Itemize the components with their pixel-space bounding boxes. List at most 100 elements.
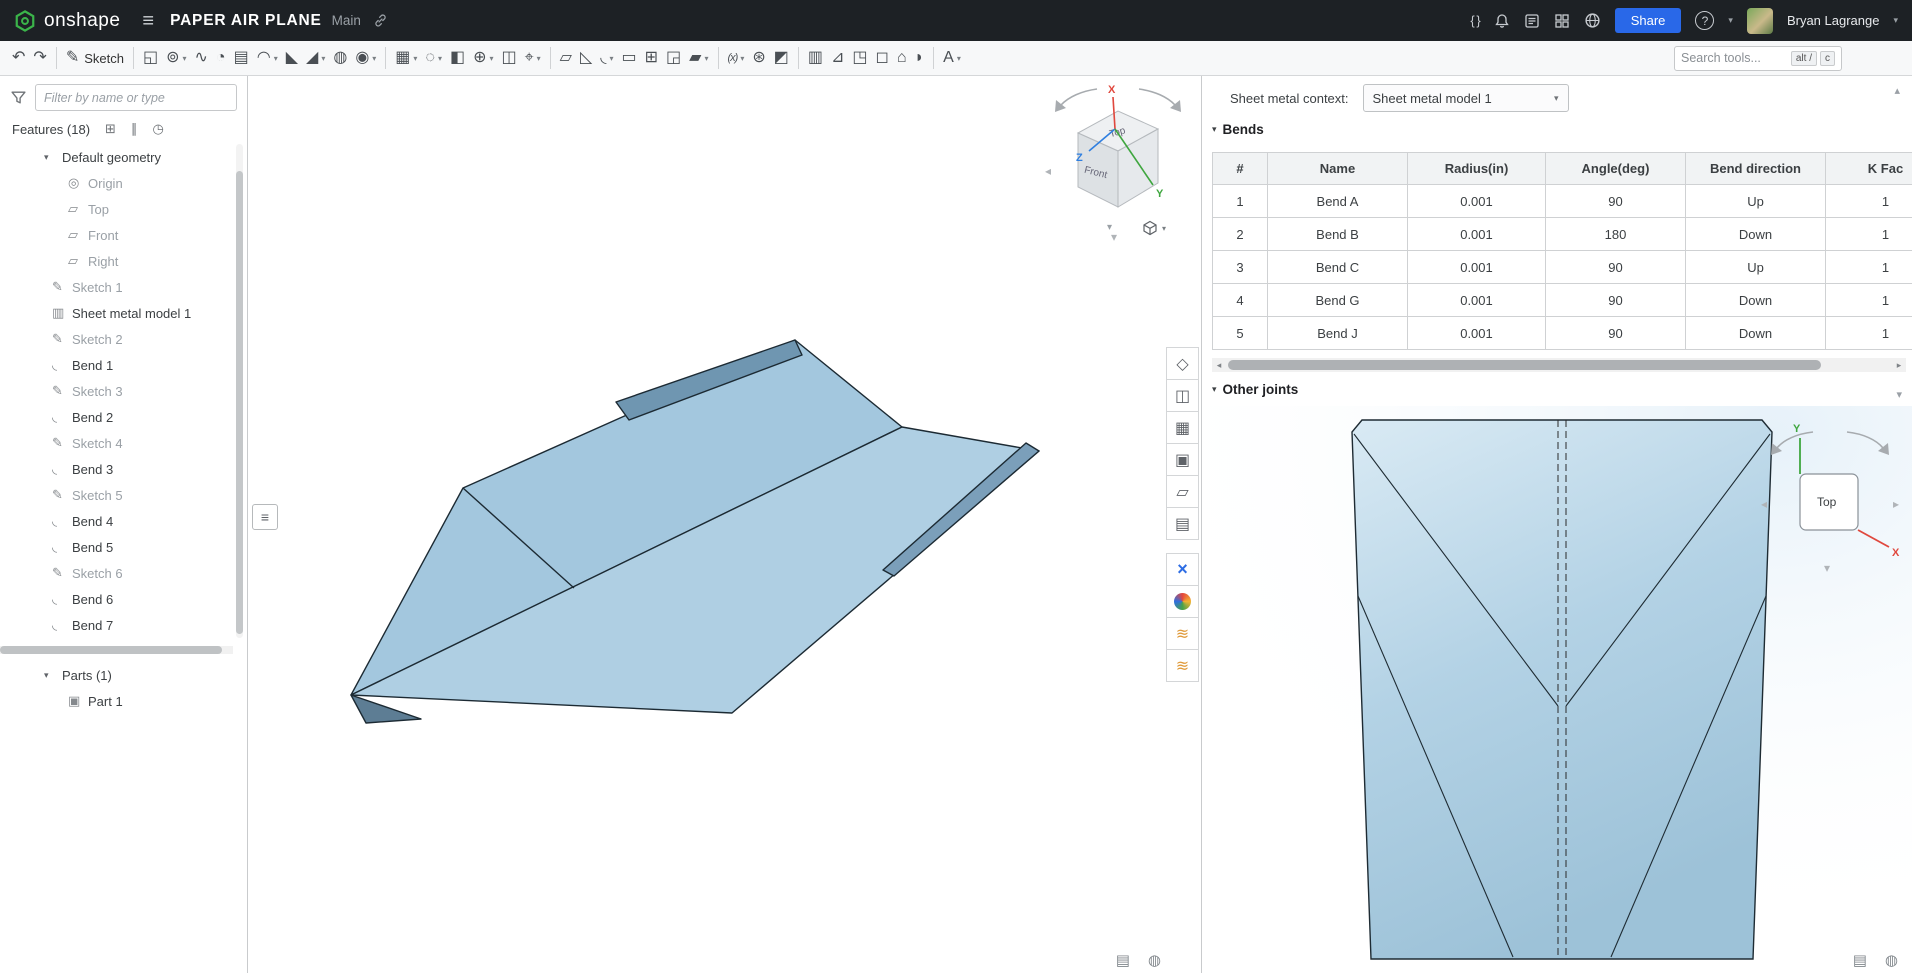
- bend-cell[interactable]: 0.001: [1407, 316, 1546, 350]
- notifications-bell-icon[interactable]: [1494, 13, 1510, 29]
- draft-tool[interactable]: ◢ ▾: [302, 44, 329, 72]
- bends-column-header-radius-in-[interactable]: Radius(in): [1407, 152, 1546, 185]
- fillet-tool[interactable]: ◠ ▾: [253, 44, 282, 72]
- linear-pattern-tool[interactable]: ▦ ▾: [391, 44, 421, 72]
- comment-tool[interactable]: ◗: [910, 44, 928, 72]
- model-viewport[interactable]: ≡ Top Front X Z Y ◂ ▾ ▾: [249, 76, 1201, 973]
- fastener-tool[interactable]: ⊛: [748, 44, 769, 72]
- feature-tree-item-right[interactable]: ▱ Right: [0, 248, 233, 274]
- user-avatar[interactable]: [1746, 7, 1773, 34]
- triad-left-caret-icon[interactable]: ◂: [1761, 497, 1767, 511]
- search-tools-input[interactable]: [1681, 51, 1788, 65]
- feature-tree-item-origin[interactable]: ◎ Origin: [0, 170, 233, 196]
- feature-tree-item-part-1[interactable]: ▣ Part 1: [0, 688, 247, 714]
- bend-cell[interactable]: 90: [1545, 184, 1686, 218]
- feature-tree-scrollbar[interactable]: [236, 144, 243, 638]
- feature-tree-item-sketch-6[interactable]: ✎ Sketch 6: [0, 560, 233, 586]
- bend-cell[interactable]: 1: [1825, 316, 1912, 350]
- updates-list-icon[interactable]: [1524, 13, 1540, 29]
- other-joints-section-header[interactable]: ▾ Other joints: [1212, 382, 1298, 397]
- exploded-view-tool[interactable]: ⊿: [827, 44, 848, 72]
- bom-table-tool[interactable]: ▥: [804, 44, 827, 72]
- thicken-tool[interactable]: ▤: [230, 44, 253, 72]
- bends-column-header--[interactable]: #: [1212, 152, 1268, 185]
- shell-tool[interactable]: ◍: [329, 44, 351, 72]
- transform-tool[interactable]: ⌖ ▾: [521, 44, 545, 72]
- feature-tree-item-sheet-metal-model-1[interactable]: ▥ Sheet metal model 1: [0, 300, 233, 326]
- render-options-icon[interactable]: ◍: [1148, 951, 1161, 969]
- bends-column-header-bend-direction[interactable]: Bend direction: [1685, 152, 1826, 185]
- main-menu-button[interactable]: ≡: [142, 11, 154, 31]
- bend-cell[interactable]: 0.001: [1407, 250, 1546, 284]
- document-link-icon[interactable]: [373, 13, 388, 28]
- feature-tree-item-sketch-1[interactable]: ✎ Sketch 1: [0, 274, 233, 300]
- shaded-view-button[interactable]: ▣: [1166, 443, 1199, 476]
- boolean-tool[interactable]: ⊕ ▾: [469, 44, 497, 72]
- bend-cell[interactable]: 90: [1545, 250, 1686, 284]
- view-cube-menu-caret-icon[interactable]: ▾: [1107, 222, 1112, 233]
- feature-tree-item-bend-4[interactable]: ◟ Bend 4: [0, 508, 233, 534]
- flange-tool[interactable]: ◺: [576, 44, 596, 72]
- extrude-tool[interactable]: ◱: [139, 44, 162, 72]
- user-menu-caret-icon[interactable]: ▾: [1893, 15, 1898, 26]
- filter-icon[interactable]: [10, 89, 27, 106]
- scroll-down-chevron-icon[interactable]: ▾: [1896, 388, 1902, 401]
- bend-cell[interactable]: 1: [1825, 184, 1912, 218]
- bend-cell[interactable]: 1: [1825, 217, 1912, 251]
- feature-tree-item-sketch-3[interactable]: ✎ Sketch 3: [0, 378, 233, 404]
- undo-button[interactable]: ↶: [8, 44, 29, 72]
- bend-cell[interactable]: 180: [1545, 217, 1686, 251]
- flat-pattern-viewport[interactable]: Y Top X ◂ ▸ ▾ ▤ ◍: [1202, 406, 1912, 973]
- tab-tool[interactable]: ▭: [618, 44, 641, 72]
- bend-cell[interactable]: Bend B: [1267, 217, 1408, 251]
- bend-cell[interactable]: 4: [1212, 283, 1268, 317]
- export-flat-pattern-icon[interactable]: ▤: [1853, 951, 1867, 969]
- redo-button[interactable]: ↷: [29, 44, 50, 72]
- bend-row-bend-c[interactable]: 3 Bend C 0.001 90 Up 1: [1212, 250, 1912, 284]
- scroll-left-arrow-icon[interactable]: ◂: [1212, 360, 1226, 371]
- scrollbar-track[interactable]: [1226, 358, 1892, 372]
- mirror-tool[interactable]: ◧: [446, 44, 469, 72]
- bend-cell[interactable]: 0.001: [1407, 283, 1546, 317]
- h-scrollbar-thumb[interactable]: [0, 646, 222, 654]
- flat-pattern-outline[interactable]: [1351, 419, 1773, 960]
- sheet-metal-model-tool[interactable]: ▱: [556, 44, 576, 72]
- feature-tree-item-bend-7[interactable]: ◟ Bend 7: [0, 612, 233, 638]
- bends-table-scrollbar[interactable]: ◂ ▸: [1212, 358, 1906, 372]
- bend-cell[interactable]: 1: [1825, 283, 1912, 317]
- bend-table-button[interactable]: ▤: [1166, 507, 1199, 540]
- close-context-button[interactable]: ×: [1166, 553, 1199, 586]
- bend-cell[interactable]: Bend J: [1267, 316, 1408, 350]
- section-view-button[interactable]: ◫: [1166, 379, 1199, 412]
- bend-cell[interactable]: 2: [1212, 217, 1268, 251]
- isometric-view-button[interactable]: ◇: [1166, 347, 1199, 380]
- feature-filter-input[interactable]: [35, 84, 237, 111]
- bend-cell[interactable]: Up: [1685, 184, 1826, 218]
- collapse-panel-chevron-icon[interactable]: ▴: [1894, 84, 1900, 97]
- learning-globe-icon[interactable]: [1584, 12, 1601, 29]
- feature-tree-item-default-geometry[interactable]: ▾ Default geometry: [0, 144, 233, 170]
- bend-cell[interactable]: 5: [1212, 316, 1268, 350]
- bend-cell[interactable]: Down: [1685, 217, 1826, 251]
- split-tool[interactable]: ◫: [498, 44, 521, 72]
- bend-cell[interactable]: Bend A: [1267, 184, 1408, 218]
- bend-cell[interactable]: 90: [1545, 283, 1686, 317]
- feature-tree-item-sketch-2[interactable]: ✎ Sketch 2: [0, 326, 233, 352]
- bends-column-header-k-fac[interactable]: K Fac: [1825, 152, 1912, 185]
- bend-row-bend-a[interactable]: 1 Bend A 0.001 90 Up 1: [1212, 184, 1912, 218]
- feature-list-toggle-button[interactable]: ≡: [252, 504, 278, 530]
- feature-tree-h-scrollbar[interactable]: [0, 646, 233, 654]
- scroll-right-arrow-icon[interactable]: ▸: [1892, 360, 1906, 371]
- triad-right-caret-icon[interactable]: ▸: [1893, 497, 1899, 511]
- scrollbar-thumb[interactable]: [236, 171, 243, 634]
- help-button[interactable]: ?: [1695, 11, 1715, 30]
- scrollbar-thumb[interactable]: [1228, 360, 1821, 370]
- hole-tool[interactable]: ◉ ▾: [351, 44, 380, 72]
- flat-view-triad[interactable]: Y Top X ◂ ▸ ▾: [1755, 416, 1905, 576]
- drawing-tool[interactable]: ◻: [872, 44, 893, 72]
- sheet-export-button[interactable]: ≋: [1166, 649, 1199, 682]
- named-positions-tool[interactable]: ◳: [848, 44, 871, 72]
- circular-pattern-tool[interactable]: ◌ ▾: [421, 44, 446, 72]
- feature-tree-item-bend-3[interactable]: ◟ Bend 3: [0, 456, 233, 482]
- insert-folder-icon[interactable]: ⊞: [105, 121, 116, 137]
